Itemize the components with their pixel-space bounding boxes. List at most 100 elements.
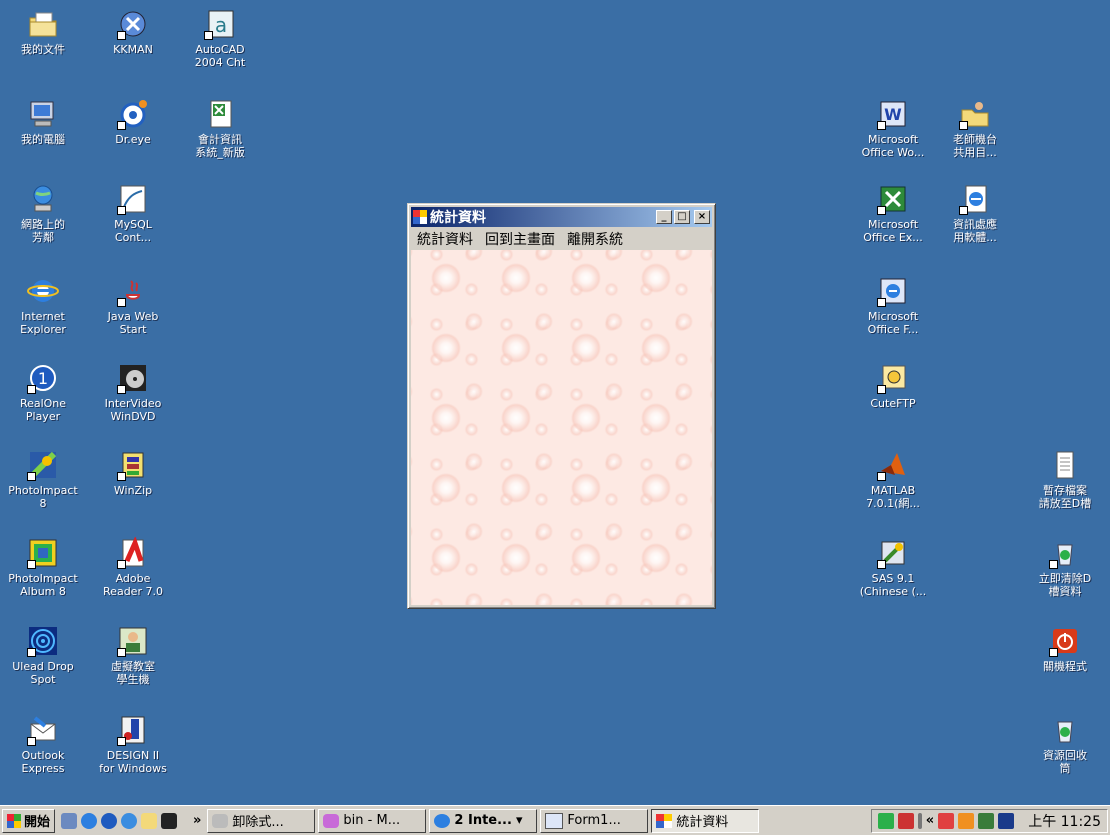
design2-icon [117,714,149,746]
clock[interactable]: 上午 11:25 [1028,811,1101,831]
desktop-icon-my-documents[interactable]: 我的文件 [0,8,86,56]
desktop-icon-cuteftp[interactable]: CuteFTP [850,362,936,410]
network-quicklaunch-icon[interactable] [121,812,138,829]
desktop-icon-outlook-express[interactable]: Outlook Express [0,714,86,775]
tray-chevron[interactable]: « [926,813,934,828]
taskbar-button-statistics[interactable]: 統計資料 [651,808,760,833]
desktop-icon-shutdown[interactable]: 關機程式 [1022,625,1108,673]
desktop-icon-java-web-start[interactable]: Java Web Start [90,275,176,336]
icon-label: 暫存檔案 請放至D槽 [1038,484,1092,510]
start-button[interactable]: 開始 [2,808,56,833]
word-doc-icon [545,812,564,829]
desktop-icon-word[interactable]: W Microsoft Office Wo... [850,98,936,159]
matlab-icon [877,449,909,481]
icon-label: 我的文件 [21,43,65,56]
tray-app2-icon[interactable] [958,812,975,829]
desktop-icon-my-computer[interactable]: 我的電腦 [0,98,86,146]
desktop-icon-virtual-classroom[interactable]: 虛擬教室 學生機 [90,625,176,686]
input-method-icon[interactable] [897,812,914,829]
desktop-icon-network[interactable]: 網路上的 芳鄰 [0,183,86,244]
desktop-icon-shared-folder[interactable]: 老師機台 共用目... [932,98,1018,159]
mysql-icon [117,183,149,215]
folder-quicklaunch-icon[interactable] [141,812,158,829]
taskbar-button-label: 卸除式... [232,815,284,830]
console-quicklaunch-icon[interactable] [161,812,178,829]
icon-label: Dr.eye [115,133,151,146]
icon-label: 會計資訊 系統_新版 [195,133,245,159]
taskbar-button-bin[interactable]: bin - M... [318,808,427,833]
desktop-icon-internet-explorer[interactable]: Internet Explorer [0,275,86,336]
desktop-icon-clear-d[interactable]: 立即清除D 槽資料 [1022,537,1108,598]
icon-label: 虛擬教室 學生機 [111,660,155,686]
desktop-icon-realone[interactable]: 1 RealOne Player [0,362,86,423]
quick-launch: » [61,812,201,829]
tray-app-icon[interactable] [938,812,955,829]
virtual-classroom-icon [117,625,149,657]
taskbar-button-label: 統計資料 [676,815,729,830]
java-icon [117,275,149,307]
taskbar-button-internet[interactable]: 2 Inte... ▾ [429,808,538,833]
realone-quicklaunch-icon[interactable] [101,812,118,829]
tray-network-icon[interactable] [998,812,1015,829]
desktop-icon-windvd[interactable]: InterVideo WinDVD [90,362,176,423]
taskbar-button-label: Form1... [567,813,621,828]
icon-label: Ulead Drop Spot [12,660,74,686]
icon-label: Internet Explorer [20,310,66,336]
desktop-icon-dreye[interactable]: Dr.eye [90,98,176,146]
close-button[interactable]: × [694,210,710,224]
tray-separator-icon [917,812,922,829]
ie-quicklaunch-icon[interactable] [81,812,98,829]
desktop-icon-mysql[interactable]: MySQL Cont... [90,183,176,244]
desktop-icon-excel[interactable]: Microsoft Office Ex... [850,183,936,244]
menu-statistics[interactable]: 統計資料 [411,229,479,249]
desktop-icon-matlab[interactable]: MATLAB 7.0.1(網... [850,449,936,510]
maximize-button[interactable]: □ [674,210,690,224]
network-icon [27,183,59,215]
desktop-icon-winzip[interactable]: WinZip [90,449,176,497]
icon-label: 立即清除D 槽資料 [1038,572,1092,598]
minimize-button[interactable]: _ [656,210,672,224]
window-client-area [411,250,712,605]
excel-icon [877,183,909,215]
statistics-window: 統計資料 _ □ × 統計資料 回到主畫面 離開系統 [407,203,716,609]
desktop-icon-temp-files[interactable]: 暫存檔案 請放至D槽 [1022,449,1108,510]
icon-label: Microsoft Office F... [867,310,919,336]
desktop-icon-recycle-bin[interactable]: 資源回收 筒 [1022,714,1108,775]
desktop-icon-autocad[interactable]: a AutoCAD 2004 Cht [177,8,263,69]
taskbar-button-removable[interactable]: 卸除式... [207,808,316,833]
desktop-icon-photoimpact[interactable]: PhotoImpact 8 [0,449,86,510]
desktop-icon-info-software[interactable]: 資訊處應 用軟體... [932,183,1018,244]
ie-document-icon [959,183,991,215]
desktop-icon-photoimpact-album[interactable]: PhotoImpact Album 8 [0,537,86,598]
shutdown-icon [1049,625,1081,657]
bin-folder-icon [323,813,340,828]
autocad-icon: a [204,8,236,40]
recycle-icon [1049,537,1081,569]
icon-label: MATLAB 7.0.1(網... [866,484,920,510]
menu-exit-system[interactable]: 離開系統 [561,229,629,249]
menu-bar: 統計資料 回到主畫面 離開系統 [411,229,712,249]
icon-label: 關機程式 [1043,660,1087,673]
menu-back-to-main[interactable]: 回到主畫面 [479,229,561,249]
icon-label: Outlook Express [21,749,65,775]
tray-app3-icon[interactable] [978,812,995,829]
desktop-icon-accounting-file[interactable]: 會計資訊 系統_新版 [177,98,263,159]
taskbar-button-form1[interactable]: Form1... [540,808,649,833]
quicklaunch-chevron[interactable]: » [193,813,201,828]
icon-label: SAS 9.1 (Chinese (... [859,572,927,598]
desktop-icon-ulead-dropspot[interactable]: Ulead Drop Spot [0,625,86,686]
my-documents-icon [27,8,59,40]
system-tray: « 上午 11:25 [870,808,1108,833]
window-titlebar[interactable]: 統計資料 _ □ × [411,207,712,227]
desktop-icon-sas[interactable]: SAS 9.1 (Chinese (... [850,537,936,598]
text-file-icon [1049,449,1081,481]
show-desktop-icon[interactable] [61,812,78,829]
desktop-icon-frontpage[interactable]: Microsoft Office F... [850,275,936,336]
kkman-icon [117,8,149,40]
windows-flag-icon [7,813,21,828]
desktop-icon-kkman[interactable]: KKMAN [90,8,176,56]
ime-icon[interactable] [877,812,894,829]
cuteftp-icon [877,362,909,394]
desktop-icon-adobe-reader[interactable]: Adobe Reader 7.0 [90,537,176,598]
desktop-icon-design2[interactable]: DESIGN II for Windows [90,714,176,775]
